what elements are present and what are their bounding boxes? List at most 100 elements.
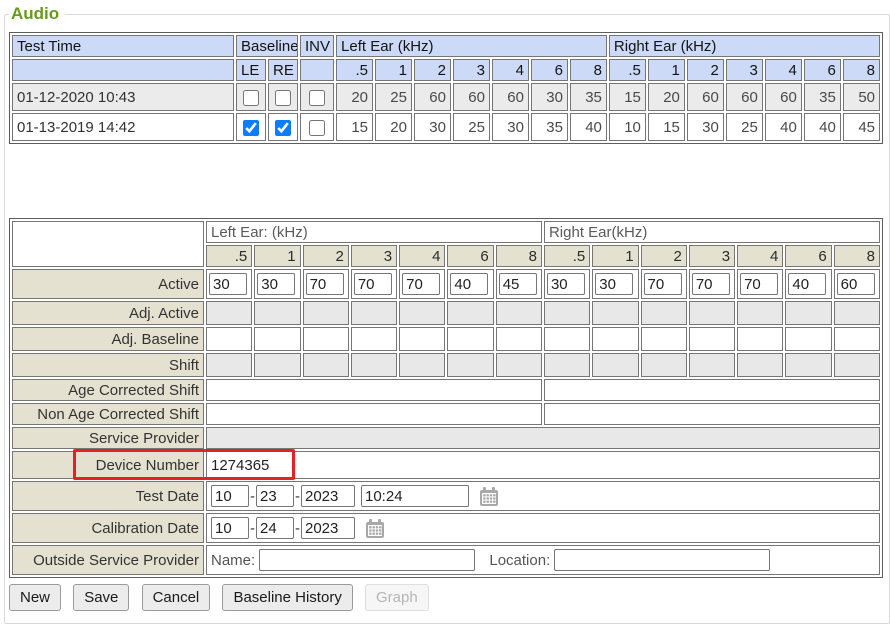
baseline-le-checkbox[interactable] [243,120,259,136]
baseline-le-checkbox[interactable] [243,90,259,106]
active-le-3-input[interactable] [354,273,392,295]
freq-header-cell: 2 [687,59,724,81]
test-date-year-input[interactable] [301,485,355,507]
freq-header-cell: 4 [765,59,802,81]
adj-active-cell [447,301,493,325]
shift-cell [447,353,493,377]
freq-header-cell: 2 [414,59,451,81]
age-corrected-shift-left-cell [206,379,542,401]
inv-checkbox[interactable] [309,90,325,106]
active-le-05-input[interactable] [209,273,247,295]
baseline-re-cell [268,83,298,111]
osp-name-input[interactable] [259,549,475,571]
adj-active-cell [689,301,735,325]
threshold-cell: 35 [804,83,841,111]
active-le-8-input[interactable] [499,273,537,295]
shift-cell [496,353,542,377]
calendar-icon[interactable] [365,519,385,539]
active-re-3-input[interactable] [692,273,730,295]
history-row[interactable]: 01-13-2019 14:42 15 20 30 25 30 35 40 10… [12,113,880,141]
audio-fieldset: Audio Test Time Baseline INV Left Ear (k… [4,4,890,624]
age-corrected-shift-label: Age Corrected Shift [12,379,204,401]
osp-location-input[interactable] [554,549,770,571]
active-re-1-input[interactable] [595,273,633,295]
test-time-input[interactable] [361,485,469,507]
adj-baseline-cell [737,327,783,351]
cancel-button[interactable]: Cancel [142,584,211,611]
active-input-cell [785,269,831,299]
adj-baseline-cell [544,327,590,351]
freq-header-cell: .5 [206,245,252,267]
baseline-history-button[interactable]: Baseline History [222,584,352,611]
shift-cell [834,353,880,377]
active-le-6-input[interactable] [450,273,488,295]
freq-header-cell: 6 [447,245,493,267]
threshold-cell: 10 [609,113,646,141]
inv-cell [300,83,334,111]
calibration-date-label: Calibration Date [12,513,204,543]
baseline-re-checkbox[interactable] [275,90,291,106]
threshold-cell: 30 [414,113,451,141]
non-age-corrected-shift-left-cell [206,403,542,425]
freq-header-cell: 8 [834,245,880,267]
threshold-cell: 45 [843,113,880,141]
test-date-day-input[interactable] [256,485,294,507]
adj-active-cell [496,301,542,325]
threshold-cell: 25 [453,113,490,141]
active-re-2-input[interactable] [644,273,682,295]
non-age-corrected-shift-label: Non Age Corrected Shift [12,403,204,425]
active-le-2-input[interactable] [306,273,344,295]
threshold-cell: 20 [375,113,412,141]
save-button[interactable]: Save [73,584,129,611]
calibration-year-input[interactable] [301,517,355,539]
age-corrected-shift-right-cell [544,379,880,401]
active-re-8-input[interactable] [837,273,875,295]
device-number-row: Device Number 1274365 [12,451,880,479]
active-re-05-input[interactable] [547,273,585,295]
calendar-icon[interactable] [479,487,499,507]
audio-history-table: Test Time Baseline INV Left Ear (kHz) Ri… [9,32,883,144]
active-le-1-input[interactable] [257,273,295,295]
active-input-cell [351,269,397,299]
calibration-date-row: Calibration Date -- [12,513,880,543]
outside-service-provider-value-cell: Name: Location: [206,545,880,575]
col-baseline: Baseline [236,35,298,57]
shift-cell [206,353,252,377]
inv-checkbox[interactable] [309,120,325,136]
adj-baseline-cell [447,327,493,351]
active-input-cell [254,269,300,299]
active-re-4-input[interactable] [740,273,778,295]
osp-name-label: Name: [211,552,255,569]
date-separator: - [295,520,300,537]
action-button-row: New Save Cancel Baseline History Graph [9,584,885,611]
freq-header-cell: 6 [785,245,831,267]
active-re-6-input[interactable] [788,273,826,295]
col-left-ear: Left Ear (kHz) [336,35,607,57]
freq-header-cell: 1 [375,59,412,81]
threshold-cell: 60 [414,83,451,111]
shift-cell [641,353,687,377]
history-row[interactable]: 01-12-2020 10:43 20 25 60 60 60 30 35 15… [12,83,880,111]
new-button[interactable]: New [9,584,61,611]
col-inv: INV [300,35,334,57]
adj-baseline-cell [785,327,831,351]
freq-header-cell: 8 [570,59,607,81]
entry-header-row-1: Left Ear: (kHz) Right Ear(kHz) [12,221,880,243]
threshold-cell: 20 [336,83,373,111]
freq-header-cell: 8 [496,245,542,267]
baseline-re-checkbox[interactable] [275,120,291,136]
date-separator: - [250,488,255,505]
threshold-cell: 40 [570,113,607,141]
col-right-ear: Right Ear (kHz) [609,35,880,57]
active-input-cell [689,269,735,299]
test-date-month-input[interactable] [211,485,249,507]
calibration-day-input[interactable] [256,517,294,539]
adj-baseline-cell [592,327,638,351]
shift-cell [351,353,397,377]
device-number-value[interactable]: 1274365 [206,451,880,479]
shift-cell [399,353,445,377]
calibration-month-input[interactable] [211,517,249,539]
active-input-cell [544,269,590,299]
active-le-4-input[interactable] [402,273,440,295]
adj-active-cell [351,301,397,325]
